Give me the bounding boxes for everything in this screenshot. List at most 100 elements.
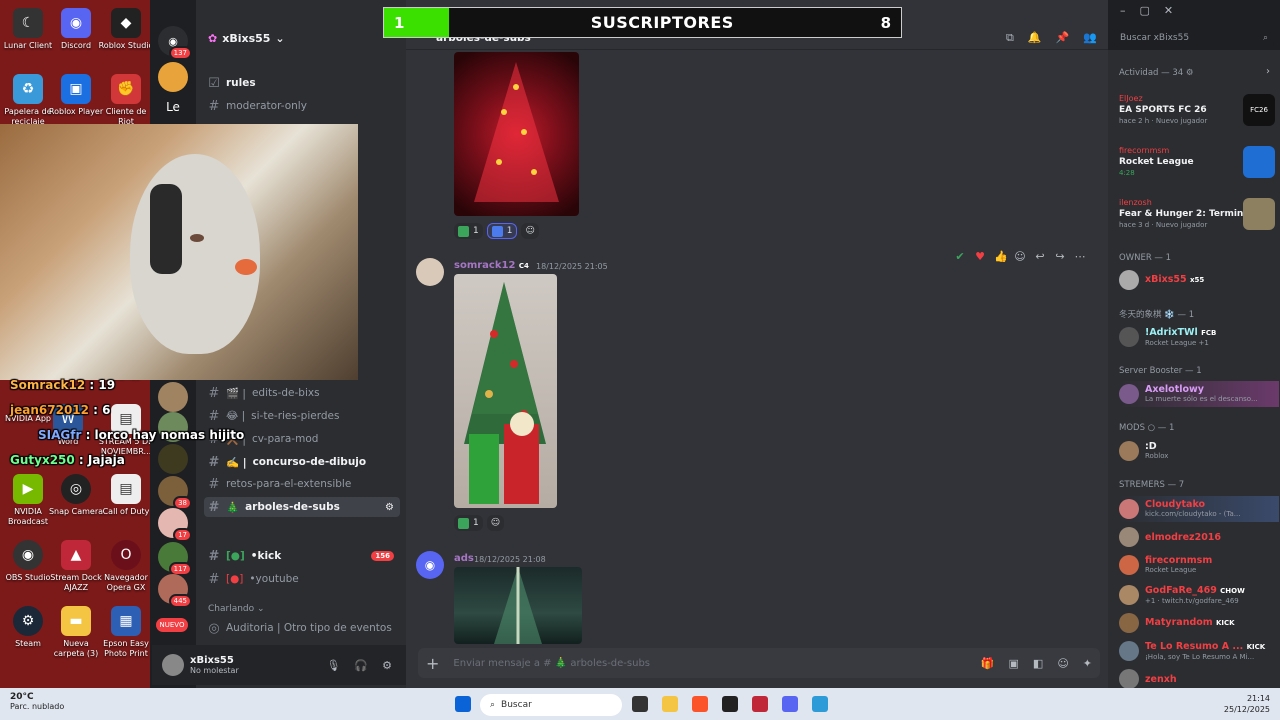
desktop-icon-riot-client[interactable]: ✊ Cliente de Riot <box>98 74 150 127</box>
microphone-icon[interactable]: 🎙 <box>326 659 340 672</box>
thumbs-up-emoji-icon[interactable]: 👍 <box>994 250 1008 263</box>
brave-icon[interactable] <box>692 696 708 712</box>
avatar[interactable] <box>416 258 444 286</box>
settings-gear-icon[interactable]: ⚙ <box>385 502 394 513</box>
avatar[interactable] <box>162 654 184 676</box>
server-icon[interactable]: 445 <box>158 574 192 608</box>
server-icon[interactable]: Le <box>158 92 188 122</box>
channel-arboles-de-subs[interactable]: # 🎄 arboles-de-subs ⚙ <box>204 497 400 517</box>
apps-icon[interactable]: ✦ <box>1083 657 1092 670</box>
channel-edits-de-bixs[interactable]: # 🎬 | edits-de-bixs <box>204 383 400 403</box>
task-view-icon[interactable] <box>632 696 648 712</box>
minimize-icon[interactable]: – <box>1120 4 1126 17</box>
bell-icon[interactable]: 🔔 <box>1028 31 1042 45</box>
desktop-icon-roblox-player[interactable]: ▣ Roblox Player <box>48 74 104 117</box>
message-author[interactable]: somrack12 C4 <box>454 260 529 271</box>
check-emoji-icon[interactable]: ✔ <box>954 250 966 263</box>
desktop-icon-snap-camera[interactable]: ◎ Snap Camera <box>48 474 104 517</box>
channel-kick[interactable]: # [●] •kick 156 <box>204 546 400 566</box>
channel-youtube[interactable]: # [●] •youtube <box>204 569 400 589</box>
message-author[interactable]: ads <box>454 553 474 564</box>
new-badge[interactable]: NUEVO <box>156 618 188 632</box>
reaction-check[interactable]: 1 <box>454 515 483 531</box>
member-item[interactable]: !AdrixTWl FCB Rocket League +1 <box>1119 324 1279 350</box>
message-composer[interactable]: + Enviar mensaje a # 🎄 arboles-de-subs 🎁… <box>418 648 1100 678</box>
desktop-icon-new-folder[interactable]: ▬ Nueva carpeta (3) <box>48 606 104 659</box>
weather-widget[interactable]: 20°C Parc. nublado <box>10 692 64 711</box>
member-item[interactable]: Te Lo Resumo A ... KICK ¡Hola, soy Te Lo … <box>1119 638 1279 664</box>
member-item[interactable]: :D Roblox <box>1119 438 1279 464</box>
opera-gx-icon: O <box>111 540 141 570</box>
desktop-icon-epson[interactable]: ▦ Epson Easy Photo Print <box>98 606 150 659</box>
member-item[interactable]: elmodrez2016 <box>1119 524 1279 550</box>
reply-icon[interactable]: ↩ <box>1034 250 1046 263</box>
member-item[interactable]: GodFaRe_469 CHOW +1 · twitch.tv/godfare_4… <box>1119 582 1279 608</box>
server-icon[interactable]: 117 <box>158 542 192 576</box>
system-clock[interactable]: 21:14 25/12/2025 <box>1224 693 1270 715</box>
reaction-check[interactable]: 1 <box>454 223 483 239</box>
desktop-icon-opera-gx[interactable]: O Navegador Opera GX <box>98 540 150 593</box>
server-icon[interactable] <box>158 382 188 412</box>
voice-channel-auditoria[interactable]: ◎ Auditoria | Otro tipo de eventos <box>204 618 400 638</box>
category-charlando[interactable]: Charlando ⌄ <box>208 604 265 614</box>
message-image[interactable] <box>454 52 579 216</box>
taskbar-search[interactable]: ⌕ Buscar <box>480 694 622 716</box>
notepad-icon[interactable] <box>812 696 828 712</box>
file-explorer-icon[interactable] <box>662 696 678 712</box>
headset-icon[interactable]: 🎧 <box>354 659 368 672</box>
member-item[interactable]: Axelotlowy La muerte sólo es el descanso.… <box>1119 381 1279 407</box>
threads-icon[interactable]: ⧉ <box>1006 31 1014 45</box>
guild-header[interactable]: ✿ xBixs55 ⌄ <box>196 26 406 50</box>
maximize-icon[interactable]: ▢ <box>1140 4 1150 17</box>
start-icon[interactable] <box>455 696 471 712</box>
avatar[interactable]: ◉ <box>416 551 444 579</box>
emoji-icon[interactable]: ☺ <box>1057 657 1068 670</box>
direct-messages-button[interactable]: ◉ 137 <box>158 26 192 60</box>
desktop-icon-call-of-duty[interactable]: ▤ Call of Duty <box>98 474 150 517</box>
server-icon[interactable] <box>158 62 188 92</box>
member-item[interactable]: xBixs55 x55 <box>1119 267 1279 293</box>
recycle-bin-icon: ♻ <box>13 74 43 104</box>
search-input[interactable]: Buscar xBixs55 ⌕ <box>1114 29 1274 47</box>
member-item[interactable]: firecornmsm Rocket League <box>1119 552 1279 578</box>
channel-rules[interactable]: ☑ rules <box>204 73 400 93</box>
more-icon[interactable]: ⋯ <box>1074 250 1086 263</box>
chevron-right-icon[interactable]: › <box>1266 66 1270 77</box>
member-item[interactable]: Matyrandom KICK <box>1119 610 1279 636</box>
sticker-icon[interactable]: ◧ <box>1033 657 1043 670</box>
server-icon[interactable]: 38 <box>158 476 192 510</box>
desktop-icon-stream-dock[interactable]: ▲ Stream Dock AJAZZ <box>48 540 104 593</box>
add-reaction-icon[interactable]: ☺ <box>1014 250 1026 263</box>
gif-icon[interactable]: ▣ <box>1009 657 1019 670</box>
add-attachment-icon[interactable]: + <box>426 654 439 673</box>
add-reaction-button[interactable]: ☺ <box>486 515 505 531</box>
reaction-four[interactable]: 1 <box>486 223 518 239</box>
server-icon[interactable] <box>158 444 188 474</box>
activity-card[interactable]: firecornmsm Rocket League 4:28 <box>1119 146 1275 192</box>
pin-icon[interactable]: 📌 <box>1056 31 1070 45</box>
obs-icon[interactable] <box>722 696 738 712</box>
stream-dock-icon[interactable] <box>752 696 768 712</box>
add-reaction-button[interactable]: ☺ <box>521 223 539 239</box>
desktop-icon-roblox-studio[interactable]: ◆ Roblox Studio <box>98 8 150 51</box>
desktop-icon-discord[interactable]: ◉ Discord <box>48 8 104 51</box>
role-header: Server Booster — 1 <box>1119 366 1202 376</box>
forward-icon[interactable]: ↪ <box>1054 250 1066 263</box>
server-icon[interactable]: 17 <box>158 508 192 542</box>
activity-card[interactable]: ElJoez EA SPORTS FC 26 hace 2 h · Nuevo … <box>1119 94 1275 140</box>
activity-card[interactable]: ilenzosh Fear & Hunger 2: Termina hace 3… <box>1119 198 1275 244</box>
members-icon[interactable]: 👥 <box>1083 31 1097 45</box>
channel-moderator-only[interactable]: # moderator-only <box>204 96 400 116</box>
message-image[interactable] <box>454 567 582 644</box>
channel-si-te-ries-pierdes[interactable]: # 😂 | si-te-ries-pierdes <box>204 406 400 426</box>
heart-emoji-icon[interactable]: ♥ <box>974 250 986 263</box>
discord-icon[interactable] <box>782 696 798 712</box>
member-item[interactable]: Cloudytako kick.com/cloudytako - (Ta... <box>1119 496 1279 522</box>
gear-icon[interactable]: ⚙ <box>382 659 392 672</box>
close-icon[interactable]: ✕ <box>1164 4 1173 17</box>
message-image[interactable] <box>454 274 557 508</box>
channel-retos-para-el-extensible[interactable]: # retos-para-el-extensible <box>204 474 400 494</box>
discord-icon: ◉ <box>61 8 91 38</box>
gift-icon[interactable]: 🎁 <box>981 657 995 670</box>
channel-concurso-de-dibujo[interactable]: # ✍️ | concurso-de-dibujo <box>204 452 400 472</box>
